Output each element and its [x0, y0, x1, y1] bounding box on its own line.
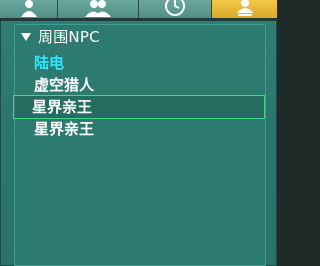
- section-header-nearby-npc[interactable]: 周围NPC: [14, 26, 266, 48]
- expand-arrow-icon[interactable]: [21, 33, 31, 41]
- tab-nearby[interactable]: [212, 0, 277, 19]
- tab-team[interactable]: [58, 0, 139, 19]
- list-item-selected[interactable]: 星界亲王: [13, 95, 265, 119]
- tab-recent[interactable]: [139, 0, 212, 19]
- clock-icon: [165, 0, 185, 16]
- tab-bar: [0, 0, 277, 19]
- group-icon: [85, 0, 111, 17]
- list-item[interactable]: 陆电: [16, 52, 268, 74]
- tab-self[interactable]: [0, 0, 58, 19]
- npc-list: 陆电 虚空猎人 星界亲王 星界亲王: [13, 52, 268, 140]
- location-person-icon: [236, 0, 253, 16]
- person-icon: [20, 0, 37, 17]
- tab-divider: [0, 18, 277, 21]
- list-item[interactable]: 星界亲王: [16, 118, 268, 140]
- list-item[interactable]: 虚空猎人: [16, 74, 268, 96]
- section-title: 周围NPC: [38, 28, 100, 46]
